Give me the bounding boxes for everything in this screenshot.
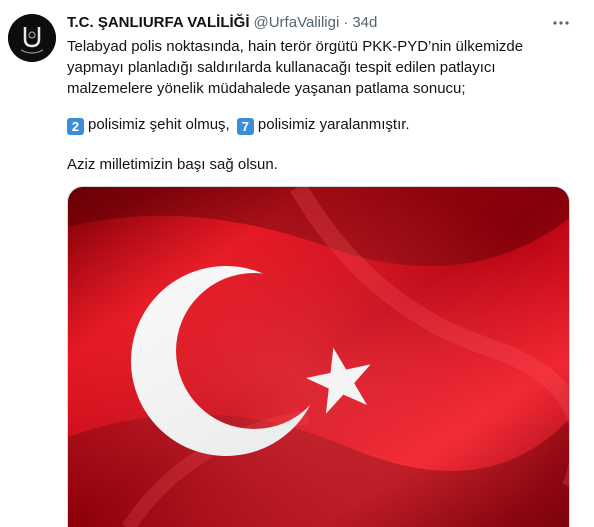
avatar[interactable] [8, 14, 56, 62]
wounded-text: polisimiz yaralanmıştır. [257, 116, 410, 133]
user-handle[interactable]: @UrfaValiligi [254, 14, 340, 31]
tweet-text-line: Telabyad polis noktasında, hain terör ör… [67, 38, 524, 55]
martyr-text: polisimiz şehit olmuş, [88, 116, 230, 133]
more-horizontal-icon [553, 21, 569, 25]
tweet-text-line: yapmayı planladığı saldırılarda kullanac… [67, 59, 496, 76]
tweet-header: T.C. ŞANLIURFA VALİLİĞİ @UrfaValiligi · … [67, 12, 377, 32]
casualty-line: 2 polisimiz şehit olmuş, 7 polisimiz yaral… [67, 114, 567, 135]
tweet-media[interactable] [67, 186, 570, 527]
separator-dot: · [343, 13, 349, 31]
more-button[interactable] [548, 10, 574, 36]
closing-line: Aziz milletimizin başı sağ olsun. [67, 156, 278, 173]
keycap-number-two: 2 [67, 118, 84, 135]
display-name[interactable]: T.C. ŞANLIURFA VALİLİĞİ [67, 14, 250, 31]
turkish-flag-image [68, 187, 569, 527]
keycap-number-seven: 7 [236, 118, 254, 135]
tweet-time[interactable]: 34d [352, 14, 377, 31]
tweet-text: Telabyad polis noktasında, hain terör ör… [67, 36, 567, 99]
government-emblem-icon [8, 14, 56, 62]
tweet-text-line: malzemelere yönelik müdahalede yaşanan p… [67, 80, 466, 97]
